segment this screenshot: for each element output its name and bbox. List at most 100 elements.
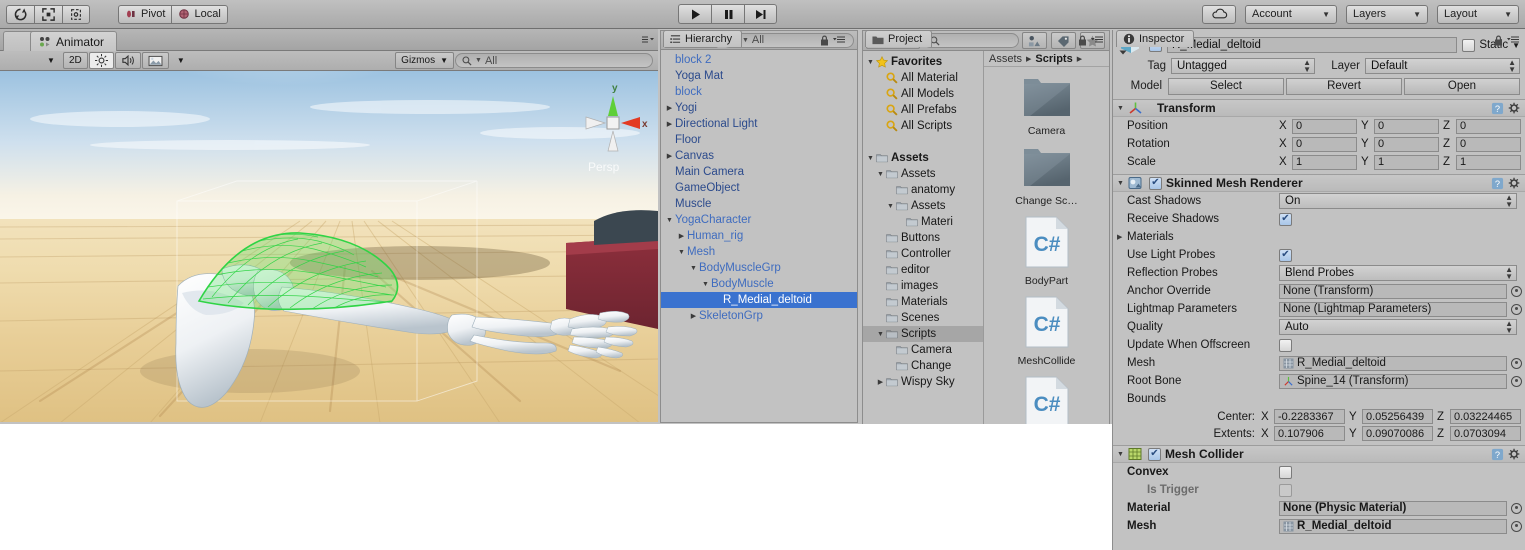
gizmos-dropdown[interactable]: Gizmos ▼ xyxy=(395,52,454,69)
hierarchy-item-yogi[interactable]: ▶ Yogi xyxy=(661,100,857,116)
rect-tool-button[interactable] xyxy=(62,4,90,24)
filter-by-type-button[interactable] xyxy=(1022,32,1047,49)
project-tree-item-anatomy[interactable]: anatomy xyxy=(863,182,983,198)
hierarchy-item-directional-light[interactable]: ▶ Directional Light xyxy=(661,116,857,132)
project-tree-item-materials[interactable]: Materials xyxy=(863,294,983,310)
gear-icon[interactable] xyxy=(1508,177,1521,190)
project-tree-item-wispy-sky[interactable]: ▶ Wispy Sky xyxy=(863,374,983,390)
transform-rotation-y-field[interactable]: 0 xyxy=(1374,136,1439,152)
project-search-input[interactable] xyxy=(922,33,1019,48)
project-tree-item-change[interactable]: Change xyxy=(863,358,983,374)
asset-item[interactable]: C# BodyPart xyxy=(997,215,1097,287)
filter-by-label-button[interactable] xyxy=(1051,32,1076,49)
hierarchy-item-mesh[interactable]: ▼ Mesh xyxy=(661,244,857,260)
foldout-arrow-icon[interactable]: ▼ xyxy=(1117,451,1124,458)
gear-icon[interactable] xyxy=(1508,448,1521,461)
hierarchy-tab-controls[interactable] xyxy=(820,35,846,46)
draw-mode-dropdown[interactable]: ▼ xyxy=(40,52,62,69)
hierarchy-item-yoga-mat[interactable]: Yoga Mat xyxy=(661,68,857,84)
account-dropdown[interactable]: Account ▼ xyxy=(1245,4,1337,24)
model-revert-button[interactable]: Revert xyxy=(1286,77,1402,95)
hierarchy-item-block[interactable]: block xyxy=(661,84,857,100)
foldout-arrow-icon[interactable]: ▶ xyxy=(664,120,675,128)
scene-fx-dropdown[interactable]: ▼ xyxy=(170,52,192,69)
help-icon[interactable]: ? xyxy=(1491,448,1504,461)
hierarchy-item-block-2[interactable]: block 2 xyxy=(661,52,857,68)
project-tree-item-assets[interactable]: ▼ Assets xyxy=(863,150,983,166)
bounds-center-z-field[interactable]: 0.03224465 xyxy=(1450,409,1521,424)
foldout-arrow-icon[interactable]: ▼ xyxy=(865,59,876,66)
transform-scale-x-field[interactable]: 1 xyxy=(1292,154,1357,170)
object-picker-icon[interactable] xyxy=(1511,303,1522,315)
bounds-extents-y-field[interactable]: 0.09070086 xyxy=(1362,426,1433,441)
tab-inspector[interactable]: Inspector xyxy=(1116,30,1195,47)
model-select-button[interactable]: Select xyxy=(1168,77,1284,95)
transform-position-z-field[interactable]: 0 xyxy=(1456,118,1521,134)
transform-component-header[interactable]: ▼ Transform ? xyxy=(1113,99,1525,117)
collider-mesh-field[interactable]: R_Medial_deltoid xyxy=(1279,518,1507,534)
hierarchy-item-yogacharacter[interactable]: ▼ YogaCharacter xyxy=(661,212,857,228)
scene-lighting-toggle[interactable] xyxy=(88,52,114,69)
mesh-collider-header[interactable]: ▼ Mesh Collider ? xyxy=(1113,445,1525,463)
panel-menu-icon[interactable] xyxy=(1091,35,1104,44)
hierarchy-item-bodymusclegrp[interactable]: ▼ BodyMuscleGrp xyxy=(661,260,857,276)
rotate-tool-button[interactable] xyxy=(6,4,34,24)
transform-position-y-field[interactable]: 0 xyxy=(1374,118,1439,134)
materials-foldout-row[interactable]: ▶ Materials xyxy=(1113,228,1525,246)
transform-rotation-z-field[interactable]: 0 xyxy=(1456,136,1521,152)
scene-search-input[interactable]: ▼ All xyxy=(455,53,653,68)
local-toggle-button[interactable]: Local xyxy=(171,4,228,24)
foldout-arrow-icon[interactable]: ▼ xyxy=(865,155,876,162)
layer-dropdown[interactable]: Default ▲ ▼ xyxy=(1365,58,1520,74)
object-picker-icon[interactable] xyxy=(1511,357,1522,369)
transform-scale-y-field[interactable]: 1 xyxy=(1374,154,1439,170)
project-tree-item-materi[interactable]: Materi xyxy=(863,214,983,230)
hierarchy-item-floor[interactable]: Floor xyxy=(661,132,857,148)
object-name-input[interactable]: R_Medial_deltoid xyxy=(1167,37,1458,53)
panel-menu-icon[interactable] xyxy=(833,35,846,44)
hierarchy-item-canvas[interactable]: ▶ Canvas xyxy=(661,148,857,164)
bounds-extents-z-field[interactable]: 0.0703094 xyxy=(1450,426,1521,441)
foldout-arrow-icon[interactable]: ▼ xyxy=(1117,180,1124,187)
project-tree-item-scenes[interactable]: Scenes xyxy=(863,310,983,326)
asset-item[interactable]: Change Sc… xyxy=(997,145,1097,207)
foldout-arrow-icon[interactable]: ▼ xyxy=(875,171,886,178)
root-bone-field[interactable]: Spine_14 (Transform) xyxy=(1279,373,1507,389)
asset-item[interactable]: C# MeshCollide xyxy=(997,295,1097,367)
hierarchy-item-skeletongrp[interactable]: ▶ SkeletonGrp xyxy=(661,308,857,324)
skinned-mesh-renderer-header[interactable]: ▼ Skinned Mesh Renderer ? xyxy=(1113,174,1525,192)
mesh-field[interactable]: R_Medial_deltoid xyxy=(1279,355,1507,371)
foldout-arrow-icon[interactable]: ▶ xyxy=(664,152,675,160)
scene-audio-toggle[interactable] xyxy=(114,52,141,69)
tab-animator[interactable]: Animator xyxy=(30,31,118,51)
scale-tool-button[interactable] xyxy=(34,4,62,24)
update-when-offscreen-checkbox[interactable] xyxy=(1279,338,1292,352)
transform-rotation-x-field[interactable]: 0 xyxy=(1292,136,1357,152)
bounds-center-y-field[interactable]: 0.05256439 xyxy=(1362,409,1433,424)
static-checkbox[interactable] xyxy=(1462,38,1476,52)
tab-hierarchy[interactable]: Hierarchy xyxy=(663,30,743,47)
foldout-arrow-icon[interactable]: ▼ xyxy=(875,331,886,338)
bounds-center-x-field[interactable]: -0.2283367 xyxy=(1274,409,1345,424)
foldout-arrow-icon[interactable]: ▶ xyxy=(875,378,886,386)
pivot-toggle-button[interactable]: Pivot xyxy=(118,4,172,24)
tab-project[interactable]: Project xyxy=(865,30,933,47)
quality-dropdown[interactable]: Auto ▲ ▼ xyxy=(1279,319,1517,335)
foldout-arrow-icon[interactable]: ▼ xyxy=(1117,105,1124,112)
foldout-arrow-icon[interactable]: ▼ xyxy=(688,265,699,272)
foldout-arrow-icon[interactable]: ▼ xyxy=(885,203,896,210)
project-tree-item-camera[interactable]: Camera xyxy=(863,342,983,358)
skinned-mesh-enabled-checkbox[interactable] xyxy=(1148,176,1162,190)
hierarchy-item-human-rig[interactable]: ▶ Human_rig xyxy=(661,228,857,244)
project-tree-item-favorites[interactable]: ▼ Favorites xyxy=(863,54,983,70)
layout-dropdown[interactable]: Layout ▼ xyxy=(1437,4,1519,24)
tag-dropdown[interactable]: Untagged ▲ ▼ xyxy=(1171,58,1315,74)
receive-shadows-checkbox[interactable] xyxy=(1279,212,1292,226)
hierarchy-item-r-medial-deltoid[interactable]: R_Medial_deltoid xyxy=(661,292,857,308)
help-icon[interactable]: ? xyxy=(1491,102,1504,115)
project-tree-item-editor[interactable]: editor xyxy=(863,262,983,278)
hierarchy-item-bodymuscle[interactable]: ▼ BodyMuscle xyxy=(661,276,857,292)
project-tree-item-buttons[interactable]: Buttons xyxy=(863,230,983,246)
inspector-tab-controls[interactable] xyxy=(1494,35,1520,46)
scene-viewport[interactable]: y x Persp xyxy=(0,71,658,422)
